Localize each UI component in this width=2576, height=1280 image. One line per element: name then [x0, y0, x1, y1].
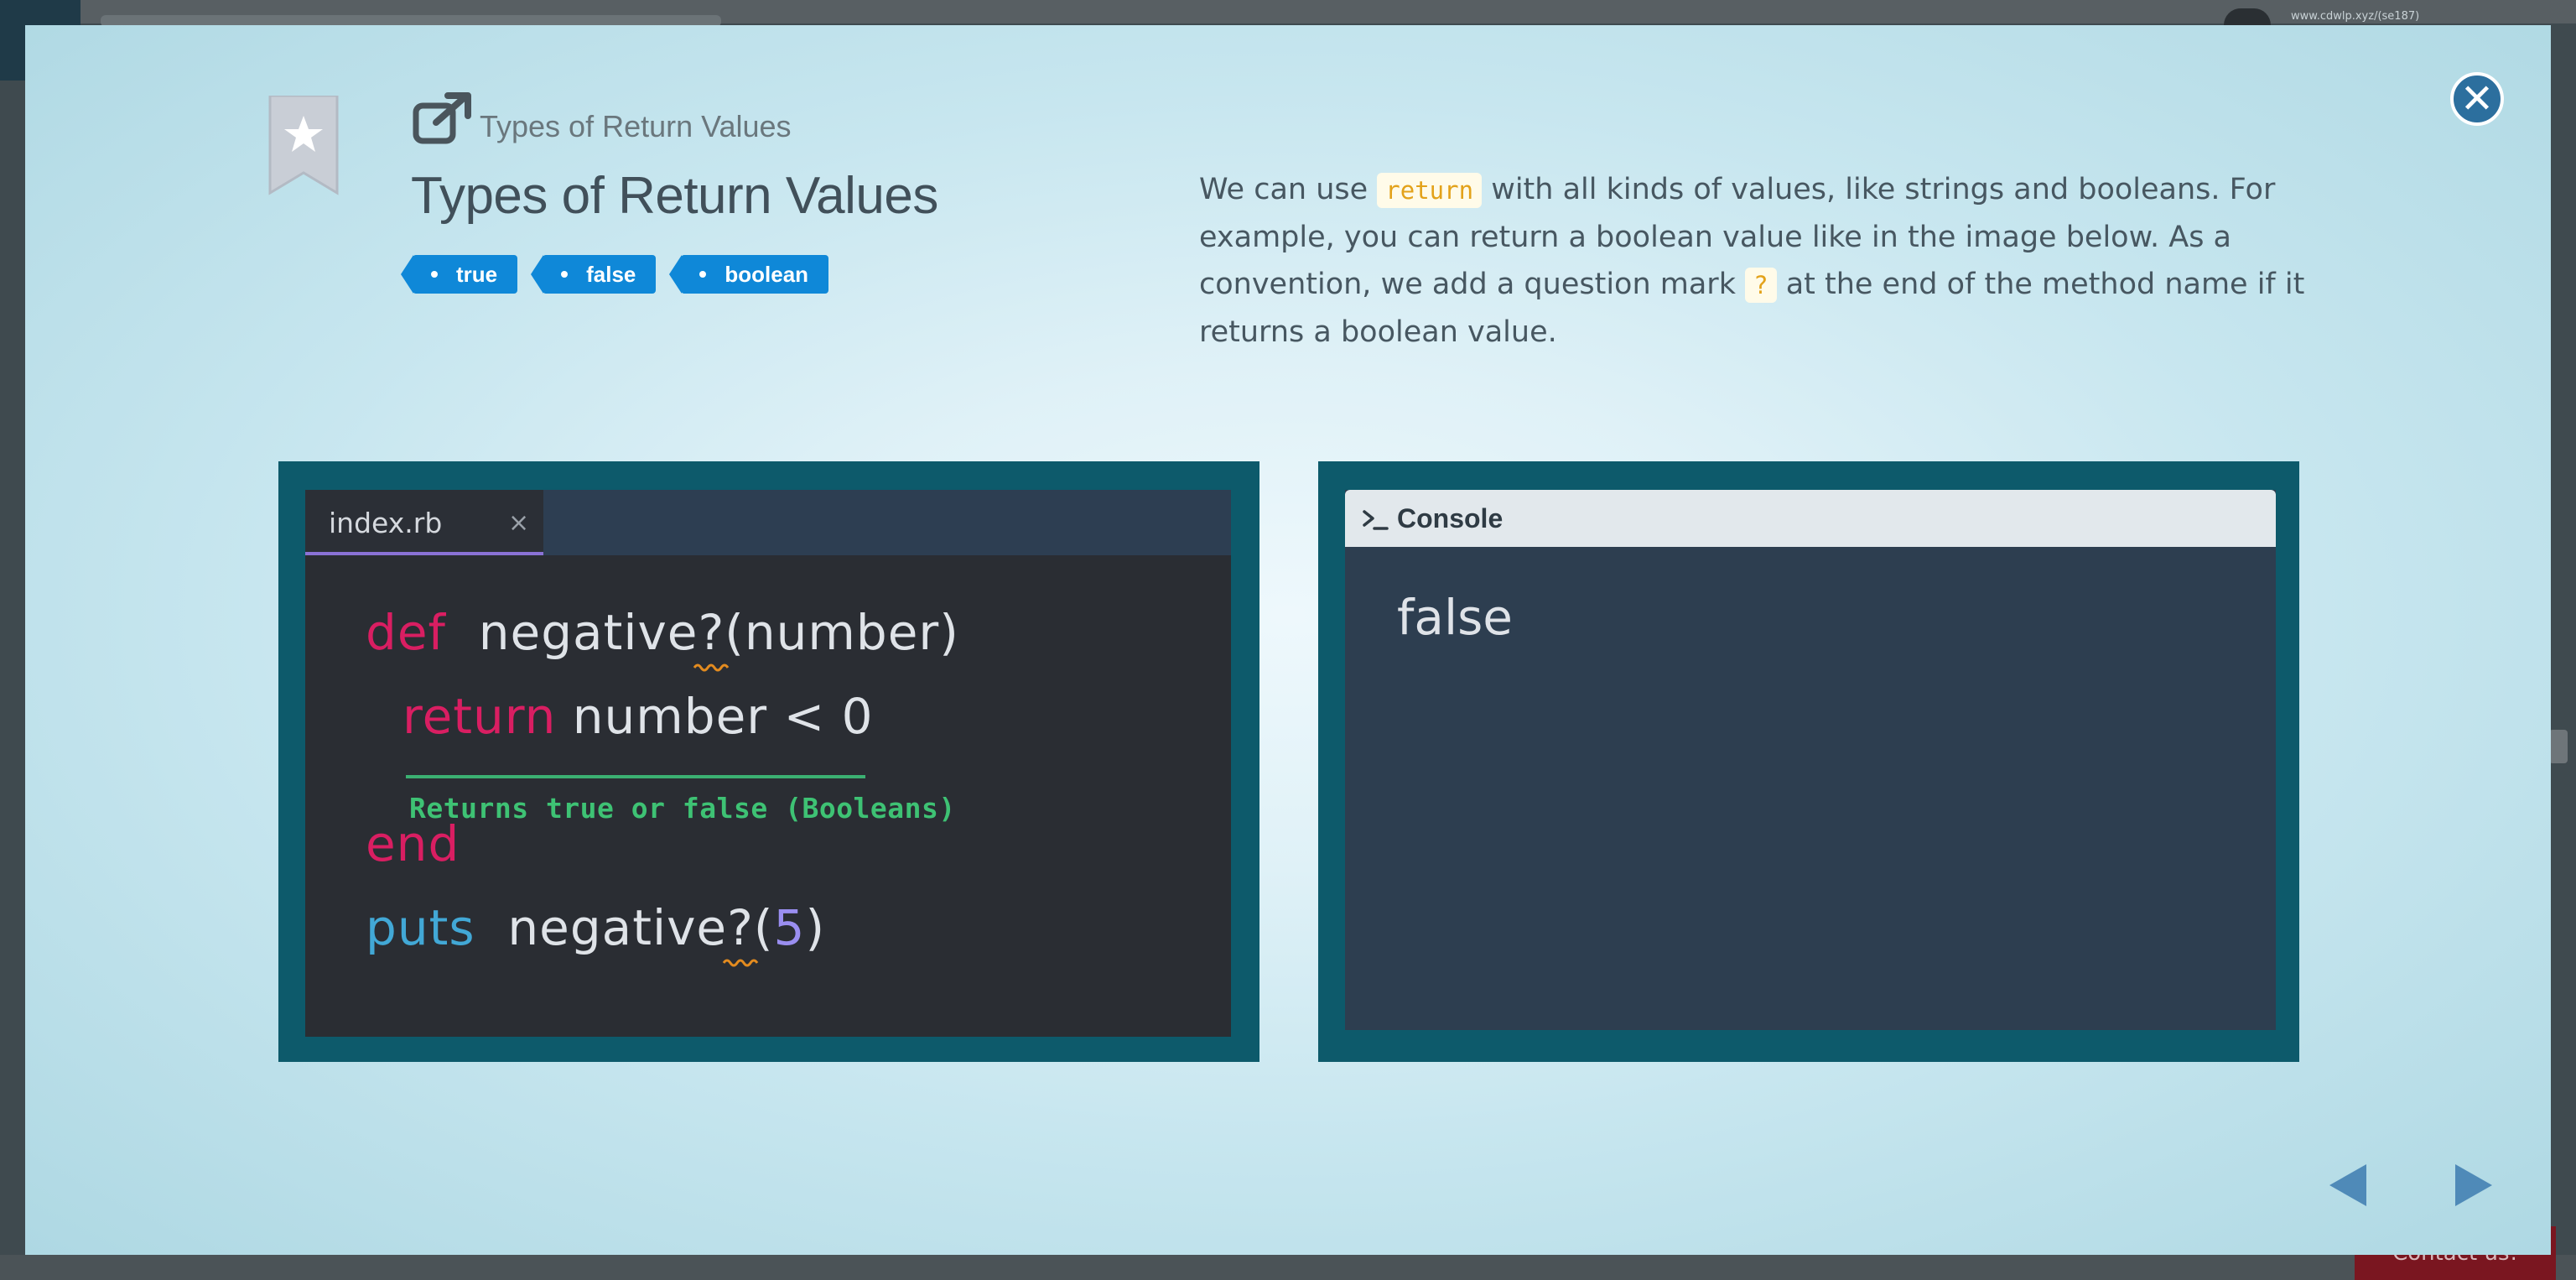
code-area: def negative? (number) return number < 0 … — [305, 555, 1231, 1037]
keyword-def: def — [366, 604, 446, 661]
tag-label: false — [586, 261, 636, 287]
paren-open: ( — [753, 899, 774, 956]
code-line-1: def negative? (number) — [366, 604, 959, 672]
tag-list: true false boolean — [400, 255, 829, 294]
console-panel: Console false — [1318, 461, 2299, 1062]
return-expression: number < 0 — [556, 688, 874, 745]
method-call-name: negative — [475, 899, 728, 956]
external-link-icon[interactable] — [413, 92, 473, 144]
inline-code-question-mark: ? — [1745, 268, 1777, 303]
editor-tab-index-rb[interactable]: index.rb × — [305, 490, 543, 555]
console-header: Console — [1345, 490, 2276, 547]
return-underline — [406, 775, 865, 778]
breadcrumb: Types of Return Values — [480, 109, 792, 143]
question-mark-char: ? — [698, 604, 725, 661]
console-prompt-icon — [1363, 510, 1389, 530]
code-editor: index.rb × def negative? (number) return … — [305, 490, 1231, 1037]
number-literal: 5 — [773, 899, 806, 956]
code-line-3: end — [366, 815, 460, 872]
tag-label: true — [456, 261, 498, 287]
tag-boolean[interactable]: boolean — [669, 255, 829, 294]
method-name: negative — [462, 604, 699, 661]
keyword-return: return — [402, 688, 557, 745]
description-text: We can use — [1199, 173, 1378, 206]
question-mark: ? — [693, 604, 730, 672]
prev-arrow-icon[interactable] — [2328, 1163, 2368, 1208]
code-line-4: puts negative? (5) — [366, 899, 826, 967]
squiggle-underline — [693, 663, 730, 672]
tag-false[interactable]: false — [531, 255, 657, 294]
tab-close-icon[interactable]: × — [508, 508, 529, 538]
code-annotation: Returns true or false (Booleans) — [409, 792, 956, 825]
page-title: Types of Return Values — [411, 167, 938, 225]
console-title: Console — [1397, 503, 1504, 533]
next-arrow-icon[interactable] — [2454, 1163, 2494, 1208]
keyword-end: end — [366, 815, 460, 872]
inline-code-return: return — [1377, 173, 1483, 208]
background-bottombar — [0, 1255, 2576, 1280]
code-line-2: return number < 0 — [402, 688, 874, 745]
background-scrollbar — [2549, 730, 2568, 763]
console: Console false — [1345, 490, 2276, 1030]
code-panel: index.rb × def negative? (number) return … — [278, 461, 1259, 1062]
editor-tab-label: index.rb — [329, 507, 443, 539]
tag-true[interactable]: true — [400, 255, 518, 294]
lesson-modal: ✕ Types of Return Values Types of Return… — [25, 25, 2551, 1255]
paren-close: ) — [805, 899, 826, 956]
close-icon[interactable]: ✕ — [2450, 72, 2504, 126]
question-mark-char: ? — [727, 899, 754, 956]
background-url-text: www.cdwlp.xyz/(se187) — [2291, 10, 2420, 23]
method-params: (number) — [724, 604, 959, 661]
background-avatar — [2224, 8, 2271, 25]
question-mark: ? — [722, 899, 759, 967]
keyword-puts: puts — [366, 899, 475, 956]
console-output: false — [1397, 589, 1513, 646]
bookmark-star-icon[interactable] — [267, 96, 340, 196]
squiggle-underline — [722, 959, 759, 967]
lesson-description: We can use return with all kinds of valu… — [1199, 166, 2314, 356]
tag-label: boolean — [724, 261, 809, 287]
editor-tabbar: index.rb × — [305, 490, 1231, 555]
